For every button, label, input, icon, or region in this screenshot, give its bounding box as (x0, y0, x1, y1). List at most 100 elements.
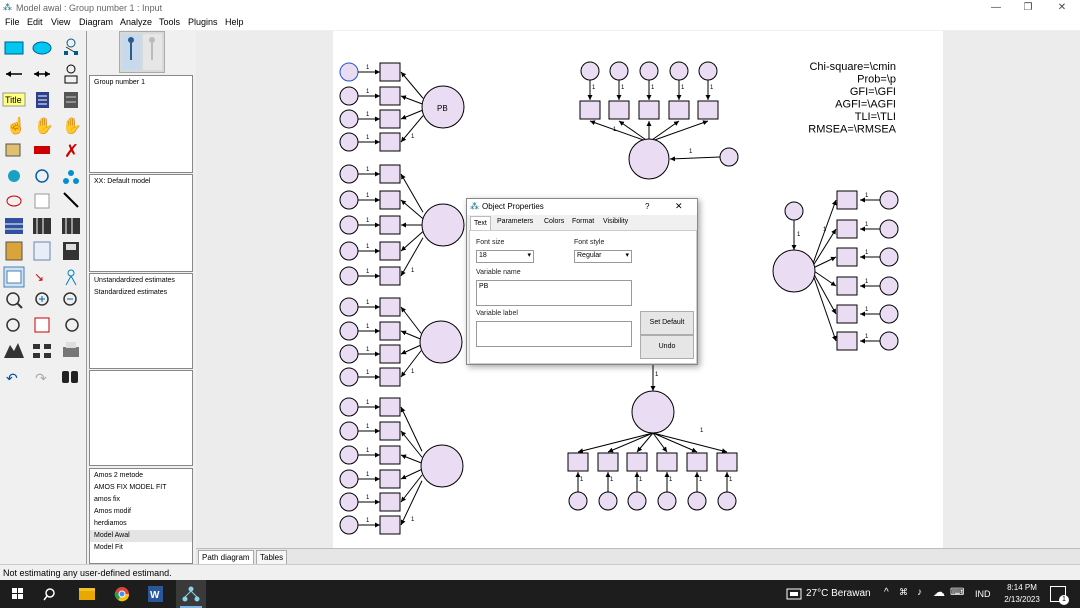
weather-text[interactable]: 27°C Berawan (806, 588, 871, 599)
data-files-icon[interactable] (5, 218, 23, 234)
error-term[interactable] (339, 367, 359, 387)
preserve-symmetry-icon[interactable] (65, 269, 77, 286)
error-term[interactable] (627, 491, 647, 511)
shape-change-icon[interactable] (8, 170, 20, 182)
specification-search-icon[interactable] (62, 371, 78, 383)
observed-variable[interactable] (379, 215, 401, 235)
observed-variable[interactable] (379, 367, 401, 387)
observed-variable[interactable] (379, 445, 401, 465)
move-param-icon[interactable] (6, 195, 22, 207)
tab-visibility[interactable]: Visibility (603, 218, 628, 225)
observed-variable[interactable] (626, 452, 648, 472)
error-term[interactable] (879, 304, 899, 324)
error-term[interactable] (339, 515, 359, 535)
observed-variable[interactable] (379, 109, 401, 129)
draw-unobserved-icon[interactable] (32, 41, 52, 55)
error-term[interactable] (339, 397, 359, 417)
deselect-icon[interactable]: ✋ (62, 116, 82, 135)
path-arrow[interactable] (589, 120, 650, 143)
path-arrow[interactable] (669, 156, 721, 162)
path-arrow[interactable] (400, 330, 422, 340)
menu-file[interactable]: File (5, 17, 20, 27)
dialog-close-button[interactable]: ✕ (675, 201, 683, 212)
menu-tools[interactable]: Tools (159, 17, 180, 27)
error-term[interactable] (339, 241, 359, 261)
error-term[interactable] (698, 61, 718, 81)
path-arrow[interactable] (400, 95, 424, 105)
file-item[interactable]: AMOS FIX MODEL FIT (94, 484, 166, 491)
scroll-icon[interactable] (34, 193, 50, 209)
error-term[interactable] (339, 421, 359, 441)
list-dataset-icon[interactable] (64, 92, 78, 108)
observed-variable[interactable] (716, 452, 738, 472)
multiple-group-icon[interactable] (33, 344, 51, 358)
view-page-icon[interactable] (6, 318, 20, 332)
select-one-icon[interactable]: ☝ (6, 116, 26, 135)
object-properties-icon[interactable] (3, 266, 25, 288)
observed-variable[interactable] (379, 492, 401, 512)
tab-colors[interactable]: Colors (544, 218, 564, 225)
zoom-out-icon[interactable] (63, 292, 77, 306)
touch-up-icon[interactable] (63, 192, 79, 208)
observed-variable[interactable] (379, 344, 401, 364)
observed-variable[interactable] (379, 266, 401, 286)
title-icon[interactable]: Title (2, 92, 26, 107)
observed-variable[interactable] (836, 331, 858, 351)
view-text-icon[interactable] (33, 241, 51, 261)
language-indicator[interactable]: IND (975, 589, 991, 599)
observed-variable[interactable] (656, 452, 678, 472)
observed-variable[interactable] (836, 304, 858, 324)
print-icon[interactable] (63, 342, 79, 357)
observed-variable[interactable] (379, 397, 401, 417)
keyboard-icon[interactable]: ⌨ (950, 587, 964, 598)
latent-variable[interactable] (420, 444, 464, 488)
help-button[interactable]: ? (645, 202, 649, 211)
path-arrow[interactable] (400, 306, 422, 334)
observed-variable[interactable] (379, 62, 401, 82)
redo-icon[interactable]: ↷ (35, 370, 47, 386)
observed-variable[interactable] (668, 100, 690, 120)
estimate-item-unstandardized[interactable]: Unstandardized estimates (94, 277, 175, 284)
file-explorer-icon[interactable] (79, 588, 95, 600)
path-arrow[interactable] (400, 199, 424, 220)
observed-variable[interactable] (836, 190, 858, 210)
bayesian-icon[interactable] (4, 343, 24, 358)
file-item[interactable]: herdiamos (94, 520, 127, 527)
view-input-output-toggle[interactable] (119, 31, 165, 73)
menu-plugins[interactable]: Plugins (188, 17, 218, 27)
draw-indicator-icon[interactable] (64, 38, 78, 55)
path-arrow[interactable] (648, 120, 709, 143)
path-arrow[interactable] (810, 268, 837, 342)
menu-view[interactable]: View (51, 17, 70, 27)
menu-help[interactable]: Help (225, 17, 244, 27)
observed-variable[interactable] (686, 452, 708, 472)
view-input-icon[interactable] (122, 34, 141, 70)
select-all-icon[interactable]: ✋ (34, 116, 54, 135)
error-term[interactable] (609, 61, 629, 81)
undo-icon[interactable]: ↶ (6, 370, 18, 386)
minimize-icon[interactable]: — (986, 2, 1006, 14)
save-icon[interactable] (63, 242, 79, 260)
chrome-icon[interactable] (114, 587, 130, 602)
observed-variable[interactable] (379, 297, 401, 317)
drag-properties-icon[interactable]: ↘ (34, 270, 44, 284)
font-size-select[interactable]: 18 ▾ (476, 250, 534, 263)
observed-variable[interactable] (638, 100, 660, 120)
word-icon[interactable]: W (148, 586, 163, 602)
close-icon[interactable]: ✕ (1052, 2, 1072, 14)
error-term[interactable] (598, 491, 618, 511)
error-term[interactable] (639, 61, 659, 81)
latent-variable[interactable] (631, 390, 675, 434)
set-default-button[interactable]: Set Default (640, 311, 694, 335)
file-item[interactable]: Amos modif (94, 508, 131, 515)
undo-button[interactable]: Undo (640, 335, 694, 359)
variable-name-input[interactable]: PB (476, 280, 632, 306)
error-term[interactable] (669, 61, 689, 81)
menu-analyze[interactable]: Analyze (120, 17, 152, 27)
error-term[interactable] (339, 215, 359, 235)
error-term[interactable] (580, 61, 600, 81)
observed-variable[interactable] (608, 100, 630, 120)
observed-variable[interactable] (379, 515, 401, 535)
error-term[interactable] (879, 276, 899, 296)
observed-variable[interactable] (379, 86, 401, 106)
